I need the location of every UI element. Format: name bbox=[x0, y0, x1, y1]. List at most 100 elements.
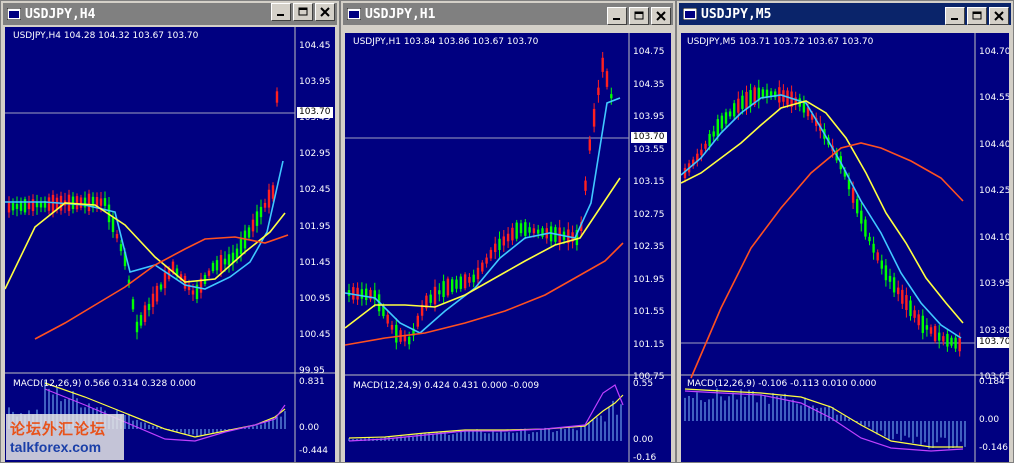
candle bbox=[365, 288, 368, 301]
price-tick-label: 101.95 bbox=[299, 221, 331, 232]
candle bbox=[720, 115, 724, 129]
candle bbox=[275, 91, 279, 103]
candle bbox=[749, 90, 752, 107]
minimize-button[interactable] bbox=[945, 7, 965, 25]
candle bbox=[75, 196, 79, 210]
candle bbox=[605, 71, 609, 87]
price-tick-label: 102.75 bbox=[633, 209, 665, 220]
candle bbox=[524, 222, 527, 236]
close-button[interactable] bbox=[989, 7, 1009, 25]
macd-tick-label: 0.55 bbox=[633, 379, 654, 389]
candle bbox=[135, 321, 139, 333]
close-icon bbox=[656, 11, 666, 21]
candle bbox=[267, 189, 271, 208]
chart-area-h4[interactable]: USDJPY,H4 104.28 104.32 103.67 103.70 MA… bbox=[5, 27, 335, 462]
minimize-button[interactable] bbox=[607, 7, 627, 25]
candle bbox=[191, 290, 195, 295]
macd-tick-label: -0.146 bbox=[979, 443, 1009, 453]
current-price-tag: 103.70 bbox=[631, 132, 667, 143]
candle bbox=[163, 272, 167, 289]
candle bbox=[476, 267, 480, 280]
candle bbox=[876, 252, 879, 261]
chart-area-m5[interactable]: USDJPY,M5 103.71 103.72 103.67 103.70 MA… bbox=[681, 33, 1009, 462]
price-tick-label: 102.95 bbox=[299, 149, 331, 160]
chart-header: USDJPY,M5 103.71 103.72 103.67 103.70 bbox=[687, 37, 874, 47]
watermark-text: 论坛外汇论坛 bbox=[10, 420, 107, 438]
price-tick-label: 103.95 bbox=[633, 112, 665, 122]
candle bbox=[897, 287, 900, 295]
candle bbox=[913, 310, 916, 318]
candle bbox=[532, 228, 536, 234]
chart-window-h4[interactable]: USDJPY,H4 USDJPY,H4 104.28 104.32 103.67… bbox=[0, 0, 340, 463]
candle bbox=[99, 198, 103, 206]
candle bbox=[537, 229, 540, 234]
candle bbox=[601, 57, 604, 72]
close-button[interactable] bbox=[651, 7, 671, 25]
candle bbox=[433, 286, 437, 305]
current-price-tag: 103.70 bbox=[297, 107, 333, 118]
candle bbox=[255, 211, 259, 226]
candle bbox=[390, 324, 394, 330]
chart-header: USDJPY,H4 104.28 104.32 103.67 103.70 bbox=[13, 31, 199, 41]
candle bbox=[219, 255, 223, 272]
watermark-url: talkforex.com bbox=[10, 439, 102, 455]
window-title: USDJPY,H4 bbox=[25, 6, 96, 22]
close-icon bbox=[320, 7, 330, 17]
maximize-button[interactable] bbox=[629, 7, 649, 25]
maximize-icon bbox=[634, 11, 644, 20]
ma-mid-line bbox=[345, 177, 621, 329]
candle bbox=[11, 202, 15, 211]
chart-window-h1[interactable]: USDJPY,H1 USDJPY,H1 103.84 103.86 103.67… bbox=[340, 0, 676, 463]
maximize-button[interactable] bbox=[293, 3, 313, 21]
ma-fast-line bbox=[681, 94, 962, 339]
close-button[interactable] bbox=[315, 3, 335, 21]
candle bbox=[592, 108, 596, 127]
candle bbox=[597, 87, 600, 95]
price-tick-label: 104.55 bbox=[979, 93, 1009, 104]
ma-mid-line bbox=[5, 202, 286, 290]
window-title: USDJPY,H1 bbox=[365, 6, 436, 22]
minimize-icon bbox=[951, 18, 958, 20]
candle bbox=[215, 260, 219, 271]
candle bbox=[868, 236, 871, 242]
candle bbox=[704, 143, 707, 149]
app-icon bbox=[347, 8, 361, 20]
maximize-button[interactable] bbox=[967, 7, 987, 25]
macd-main-line bbox=[348, 384, 624, 442]
candle bbox=[31, 199, 35, 212]
candle bbox=[159, 284, 163, 290]
price-tick-label: 104.70 bbox=[979, 47, 1009, 57]
candle bbox=[247, 227, 251, 238]
candle bbox=[856, 199, 859, 214]
price-tick-label: 103.95 bbox=[979, 279, 1009, 290]
maximize-icon bbox=[298, 7, 308, 16]
candle bbox=[584, 180, 587, 191]
candle bbox=[119, 244, 123, 252]
candle bbox=[864, 219, 867, 237]
candle bbox=[733, 103, 736, 117]
candle bbox=[23, 199, 27, 213]
candle bbox=[909, 300, 912, 317]
candle bbox=[588, 139, 591, 151]
candle bbox=[888, 275, 892, 282]
candle bbox=[51, 194, 55, 213]
price-tick-label: 100.45 bbox=[299, 329, 331, 340]
price-tick-label: 102.45 bbox=[299, 185, 331, 196]
candle bbox=[942, 336, 945, 342]
price-tick-label: 100.95 bbox=[299, 293, 331, 304]
candle bbox=[954, 337, 957, 349]
candle bbox=[408, 336, 411, 345]
candle bbox=[111, 217, 115, 233]
candle bbox=[502, 236, 505, 246]
candle bbox=[7, 201, 11, 213]
chart-window-m5[interactable]: USDJPY,M5 USDJPY,M5 103.71 103.72 103.67… bbox=[676, 0, 1014, 463]
minimize-button[interactable] bbox=[271, 3, 291, 21]
price-tick-label: 103.80 bbox=[979, 325, 1009, 336]
candle bbox=[708, 133, 711, 147]
chart-area-h1[interactable]: USDJPY,H1 103.84 103.86 103.67 103.70 MA… bbox=[345, 33, 671, 462]
candle bbox=[47, 197, 51, 211]
candle bbox=[352, 287, 355, 300]
candle bbox=[489, 249, 493, 259]
candle bbox=[929, 327, 933, 334]
price-tick-label: 104.45 bbox=[299, 41, 331, 51]
